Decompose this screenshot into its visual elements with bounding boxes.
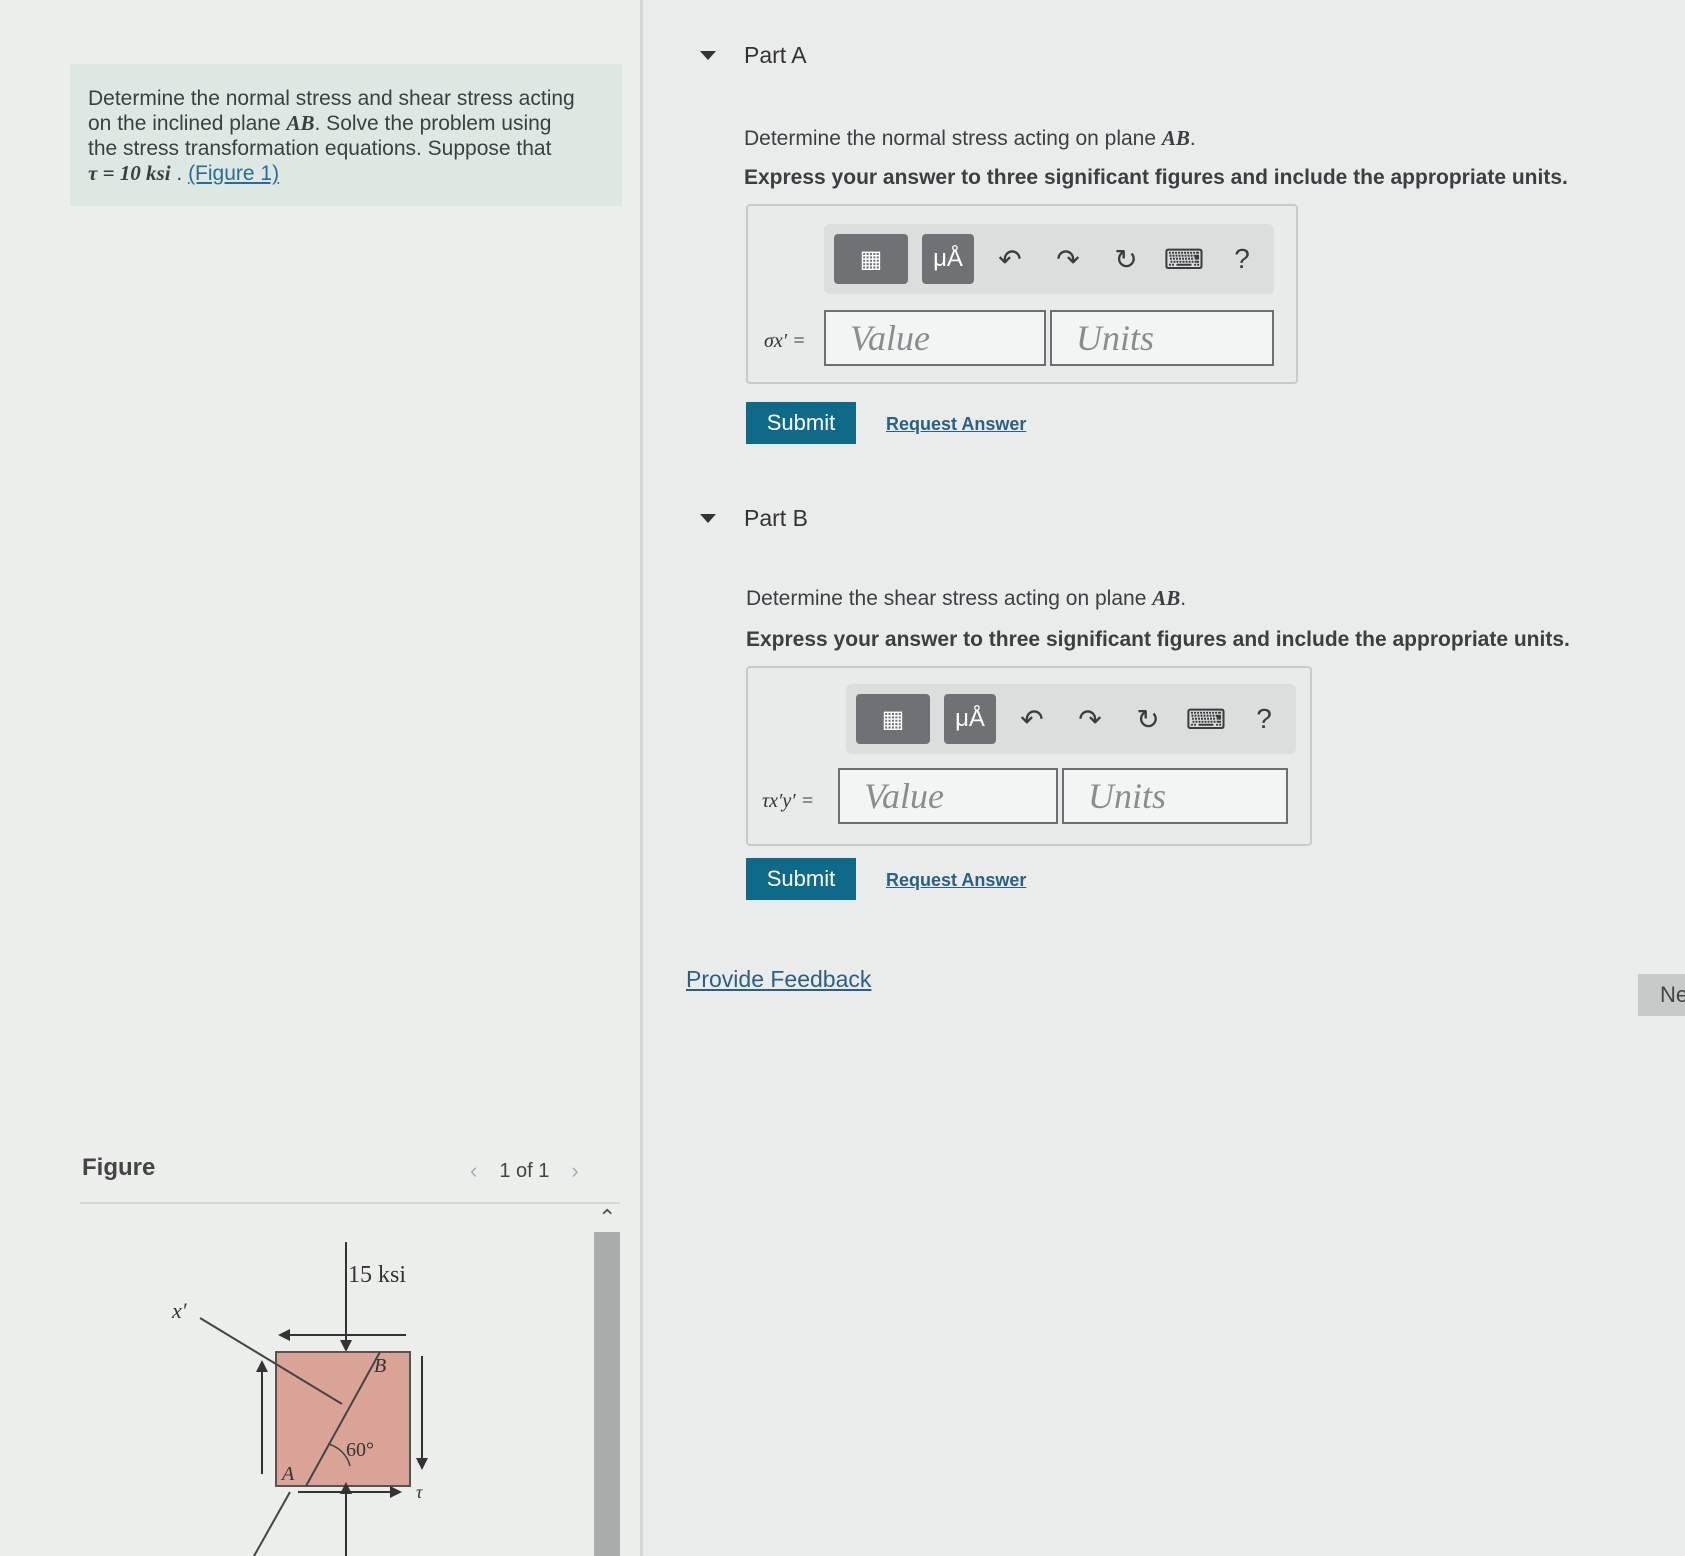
problem-text: . Solve the problem using (314, 112, 552, 135)
plane-math: AB (1161, 126, 1190, 150)
problem-line-2: on the inclined plane AB. Solve the prob… (88, 111, 604, 136)
help-icon[interactable]: ? (1220, 237, 1264, 281)
template-icon[interactable]: ▦ (856, 694, 930, 744)
prompt-text: . (1180, 587, 1187, 610)
undo-icon[interactable]: ↶ (988, 237, 1032, 281)
left-panel: Determine the normal stress and shear st… (0, 0, 643, 1556)
problem-line-1: Determine the normal stress and shear st… (88, 87, 575, 110)
template-icon[interactable]: ▦ (834, 234, 908, 284)
part-b-prompt: Determine the shear stress acting on pla… (746, 586, 1186, 611)
figure-link[interactable]: (Figure 1) (188, 162, 279, 185)
help-icon[interactable]: ? (1242, 697, 1286, 741)
angle-label: 60° (346, 1439, 374, 1461)
chevron-right-icon[interactable]: › (571, 1158, 578, 1184)
redo-icon[interactable]: ↷ (1046, 237, 1090, 281)
part-a-answer-box: ▦ μÅ ↶ ↷ ↻ ⌨ ? σx′ = Value Units (746, 204, 1298, 384)
provide-feedback-link[interactable]: Provide Feedback (686, 966, 871, 993)
part-a-instructions: Express your answer to three significant… (744, 166, 1568, 189)
tau-label: τx′y′ = (762, 790, 815, 812)
problem-line-4: τ = 10 ksi . (Figure 1) (88, 161, 280, 185)
caret-down-icon[interactable] (700, 514, 716, 523)
prompt-text: Determine the shear stress acting on pla… (746, 587, 1153, 610)
tau-value: τ = 10 ksi (88, 161, 171, 185)
units-input[interactable]: Units (1050, 310, 1274, 366)
tau-label: τ (416, 1482, 423, 1502)
axis-label: x′ (171, 1298, 188, 1323)
chevron-up-icon[interactable]: ⌃ (598, 1205, 616, 1231)
part-b-submit-button[interactable]: Submit (746, 858, 856, 900)
part-b-request-answer[interactable]: Request Answer (886, 870, 1026, 891)
part-a-submit-button[interactable]: Submit (746, 402, 856, 444)
part-a-title: Part A (744, 42, 807, 68)
next-button[interactable]: Ne (1638, 974, 1685, 1016)
units-button[interactable]: μÅ (922, 234, 974, 284)
pager-text: 1 of 1 (499, 1159, 550, 1182)
part-a: Part A (700, 42, 807, 69)
stress-label: 15 ksi (348, 1262, 406, 1288)
scrollbar[interactable] (594, 1232, 620, 1556)
undo-icon[interactable]: ↶ (1010, 697, 1054, 741)
problem-statement: Determine the normal stress and shear st… (70, 64, 622, 206)
part-b-header[interactable]: Part B (700, 505, 808, 532)
divider (80, 1202, 620, 1204)
redo-icon[interactable]: ↷ (1068, 697, 1112, 741)
part-a-prompt: Determine the normal stress acting on pl… (744, 126, 1196, 151)
stress-element-diagram: 15 ksi x′ B A 60° τ (171, 1242, 428, 1556)
part-b: Part B (700, 505, 808, 532)
keyboard-icon[interactable]: ⌨ (1184, 697, 1228, 741)
problem-line-3: the stress transformation equations. Sup… (88, 137, 552, 160)
prompt-text: . (1189, 127, 1196, 150)
prompt-text: Determine the normal stress acting on pl… (744, 127, 1162, 150)
part-a-header[interactable]: Part A (700, 42, 807, 69)
point-b-label: B (374, 1355, 386, 1377)
keyboard-icon[interactable]: ⌨ (1162, 237, 1206, 281)
units-button[interactable]: μÅ (944, 694, 996, 744)
part-a-toolbar: ▦ μÅ ↶ ↷ ↻ ⌨ ? (824, 224, 1274, 294)
reset-icon[interactable]: ↻ (1126, 697, 1170, 741)
part-b-toolbar: ▦ μÅ ↶ ↷ ↻ ⌨ ? (846, 684, 1296, 754)
plane-math: AB (286, 111, 315, 135)
value-input[interactable]: Value (838, 768, 1058, 824)
chevron-left-icon[interactable]: ‹ (470, 1158, 477, 1184)
point-a-label: A (280, 1463, 295, 1485)
plane-math: AB (1152, 586, 1181, 610)
problem-text: on the inclined plane (88, 112, 287, 135)
part-b-instructions: Express your answer to three significant… (746, 628, 1570, 651)
units-input[interactable]: Units (1062, 768, 1288, 824)
figure-heading: Figure (82, 1154, 156, 1181)
part-b-title: Part B (744, 505, 808, 531)
sigma-label: σx′ = (764, 330, 806, 352)
part-b-answer-box: ▦ μÅ ↶ ↷ ↻ ⌨ ? τx′y′ = Value Units (746, 666, 1312, 846)
reset-icon[interactable]: ↻ (1104, 237, 1148, 281)
figure-pager: ‹ 1 of 1 › (470, 1158, 579, 1184)
part-a-request-answer[interactable]: Request Answer (886, 414, 1026, 435)
caret-down-icon[interactable] (700, 51, 716, 60)
value-input[interactable]: Value (824, 310, 1046, 366)
